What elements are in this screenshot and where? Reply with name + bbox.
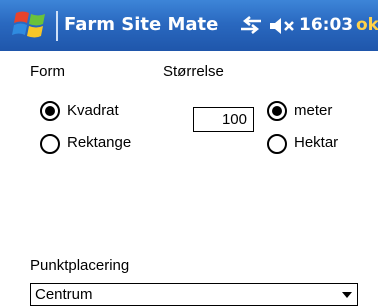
radio-rektange-label[interactable]: Rektange [67,134,131,152]
radio-rektange[interactable] [40,134,60,154]
app-title: Farm Site Mate [64,14,219,35]
ok-button[interactable]: ok [356,13,378,37]
clock: 16:03 [299,15,354,35]
shape-label: Form [30,63,65,80]
size-label: Størrelse [163,63,224,80]
radio-meter[interactable] [267,101,287,121]
windows-flag-icon[interactable] [10,9,52,41]
title-separator [56,11,58,41]
size-input[interactable] [193,107,254,132]
connectivity-arrows-icon[interactable] [238,15,264,35]
radio-hektar-label[interactable]: Hektar [294,134,338,152]
app-screen: Farm Site Mate 16:03 ok Form Størrelse K… [0,0,378,306]
radio-hektar[interactable] [267,134,287,154]
radio-kvadrat[interactable] [40,101,60,121]
placement-value: Centrum [35,286,93,303]
volume-muted-icon[interactable] [268,15,296,37]
title-bar: Farm Site Mate 16:03 ok [0,0,378,51]
radio-meter-label[interactable]: meter [294,102,332,120]
chevron-down-icon[interactable] [342,292,352,298]
radio-kvadrat-label[interactable]: Kvadrat [67,102,119,120]
placement-dropdown[interactable]: Centrum [30,283,358,306]
placement-label: Punktplacering [30,257,130,274]
